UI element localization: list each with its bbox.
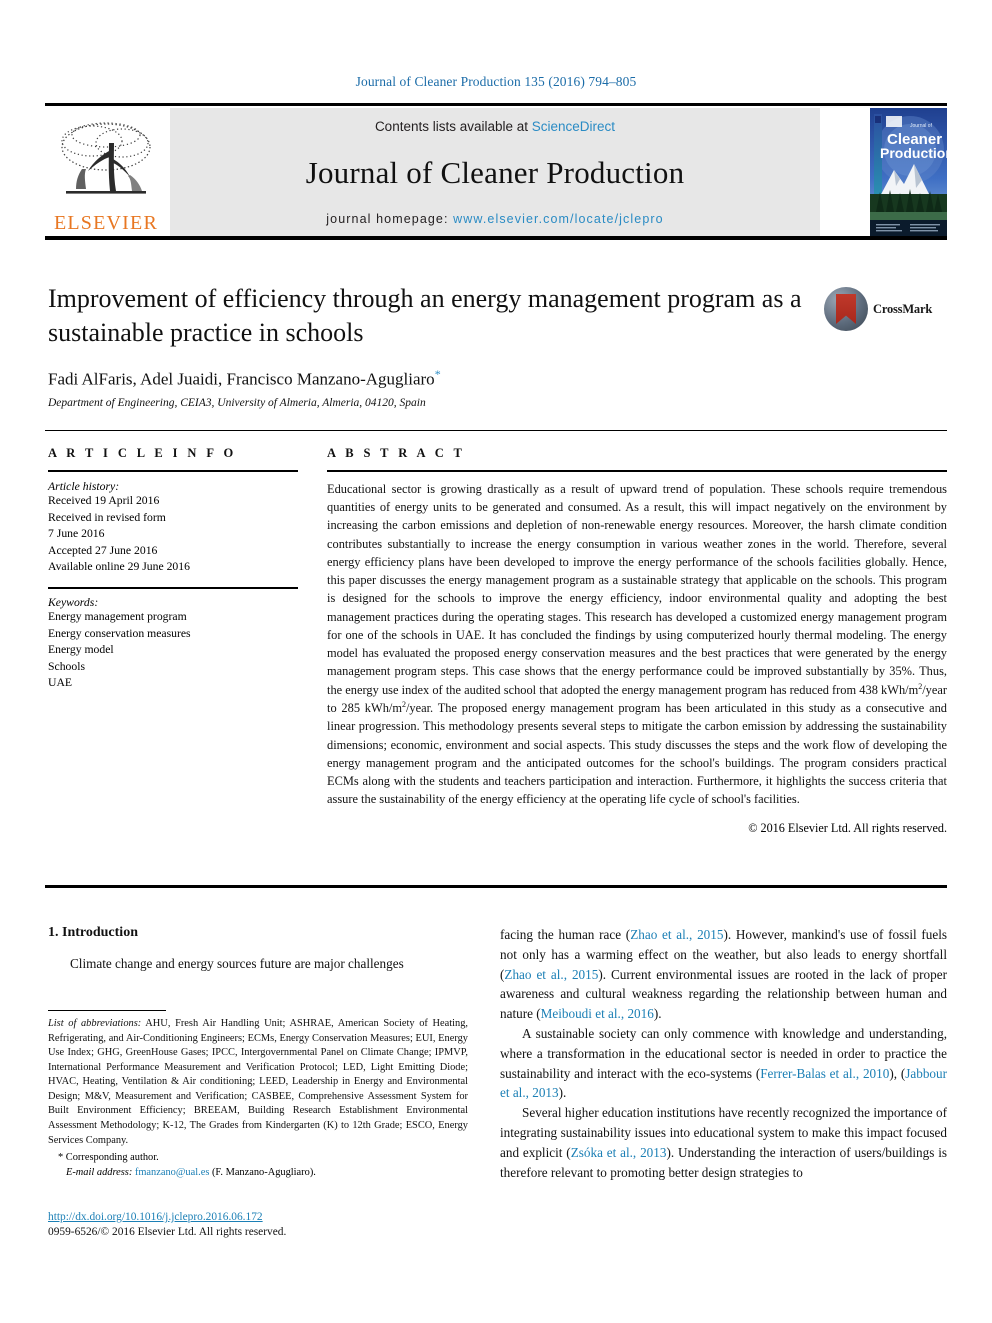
article-history-2: 7 June 2016 (48, 527, 105, 541)
abstract-copyright: © 2016 Elsevier Ltd. All rights reserved… (748, 821, 947, 836)
email-label: E-mail address: (66, 1167, 133, 1179)
intro-paragraph-left: Climate change and energy sources future… (70, 956, 404, 971)
rp2-b: ), ( (889, 1065, 906, 1081)
keyword-1: Energy conservation measures (48, 626, 191, 640)
footnote-block: List of abbreviations: AHU, Fresh Air Ha… (48, 1010, 468, 1180)
sciencedirect-link[interactable]: ScienceDirect (532, 119, 615, 134)
abbreviations-label: List of abbreviations: (48, 1018, 142, 1029)
doi-link[interactable]: http://dx.doi.org/10.1016/j.jclepro.2016… (48, 1211, 478, 1223)
doi-block: http://dx.doi.org/10.1016/j.jclepro.2016… (48, 1211, 478, 1238)
abstract-rule (327, 470, 947, 472)
journal-cover-thumbnail: Journal of Cleaner Production (870, 108, 947, 236)
contents-prefix: Contents lists available at (374, 119, 532, 134)
abstract-part-3: /year. The proposed energy management pr… (327, 701, 947, 807)
citation-meiboudi-2016[interactable]: Meiboudi et al., 2016 (541, 1006, 654, 1021)
affiliation: Department of Engineering, CEIA3, Univer… (48, 397, 426, 410)
elsevier-wordmark: ELSEVIER (53, 212, 159, 234)
rp2-c: ). (558, 1085, 567, 1101)
journal-masthead: ELSEVIER Contents lists available at Sci… (45, 103, 947, 241)
info-section-top-rule (45, 430, 947, 431)
rp1-d: ). (653, 1006, 662, 1022)
crossmark-icon (824, 287, 868, 331)
keywords-label: Keywords: (48, 596, 99, 610)
email-suffix: (F. Manzano-Agugliaro). (209, 1167, 316, 1179)
keywords-rule (48, 587, 298, 590)
masthead-center-panel: Contents lists available at ScienceDirec… (170, 108, 820, 236)
contents-available-line: Contents lists available at ScienceDirec… (375, 119, 615, 134)
abstract-heading: A B S T R A C T (327, 446, 466, 460)
article-title: Improvement of efficiency through an ene… (48, 284, 802, 347)
issn-copyright-line: 0959-6526/© 2016 Elsevier Ltd. All right… (48, 1226, 287, 1238)
right-paragraph-3: Several higher education institutions ha… (500, 1103, 947, 1182)
author-list: Fadi AlFaris, Adel Juaidi, Francisco Man… (48, 367, 848, 390)
email-link[interactable]: fmanzano@ual.es (135, 1167, 209, 1178)
body-column-right: facing the human race (Zhao et al., 2015… (500, 925, 947, 1182)
title-block: Improvement of efficiency through an ene… (48, 282, 848, 409)
article-info-column: A R T I C L E I N F O Article history: R… (48, 446, 298, 692)
journal-homepage-line: journal homepage: www.elsevier.com/locat… (326, 212, 663, 226)
email-note: E-mail address: fmanzano@ual.es (F. Manz… (48, 1165, 468, 1180)
citation-zsoka-2013[interactable]: Zsóka et al., 2013 (571, 1145, 667, 1160)
right-paragraph-1: facing the human race (Zhao et al., 2015… (500, 925, 947, 1024)
footnote-rule (48, 1010, 166, 1011)
abstract-bottom-rule (45, 885, 947, 888)
article-history-1: Received in revised form (48, 510, 166, 524)
corresponding-author-note: * Corresponding author. (58, 1152, 159, 1164)
corresponding-author-marker: * (434, 366, 441, 381)
running-head: Journal of Cleaner Production 135 (2016)… (355, 74, 637, 89)
right-paragraph-2: A sustainable society can only commence … (500, 1024, 947, 1103)
citation-ferrer-balas-2010[interactable]: Ferrer-Balas et al., 2010 (760, 1066, 889, 1081)
article-history-4: Available online 29 June 2016 (48, 560, 190, 574)
keyword-2: Energy model (48, 643, 114, 657)
masthead-bottom-rule (45, 236, 947, 240)
body-column-left: 1. Introduction Climate change and energ… (48, 925, 468, 974)
author-names: Fadi AlFaris, Adel Juaidi, Francisco Man… (48, 369, 435, 389)
elsevier-logo: ELSEVIER (45, 108, 167, 236)
crossmark-label: CrossMark (873, 301, 933, 316)
svg-text:Journal of: Journal of (910, 123, 933, 129)
abstract-text: Educational sector is growing drasticall… (327, 480, 947, 808)
abstract-column: A B S T R A C T Educational sector is gr… (327, 446, 947, 836)
rp1-a: facing the human race ( (500, 927, 631, 942)
abbreviations-text: AHU, Fresh Air Handling Unit; ASHRAE, Am… (48, 1018, 469, 1146)
citation-zhao-2015-a[interactable]: Zhao et al., 2015 (630, 927, 723, 942)
journal-title: Journal of Cleaner Production (305, 155, 685, 190)
elsevier-tree-icon (52, 117, 160, 213)
article-history-0: Received 19 April 2016 (48, 494, 160, 507)
paper-page: Journal of Cleaner Production 135 (2016)… (0, 0, 992, 1323)
article-info-heading: A R T I C L E I N F O (48, 446, 237, 460)
article-info-rule (48, 470, 298, 472)
article-history-label: Article history: (48, 480, 120, 493)
section-heading-introduction: 1. Introduction (48, 925, 138, 940)
abstract-part-1: Educational sector is growing drasticall… (327, 482, 947, 697)
homepage-label: journal homepage: (326, 212, 454, 226)
homepage-url-link[interactable]: www.elsevier.com/locate/jclepro (453, 212, 664, 226)
article-history-3: Accepted 27 June 2016 (48, 543, 158, 557)
keyword-4: UAE (48, 676, 73, 690)
abbreviations-note: List of abbreviations: AHU, Fresh Air Ha… (48, 1017, 468, 1148)
masthead-top-rule (45, 103, 947, 106)
keyword-0: Energy management program (48, 610, 187, 624)
svg-text:Production: Production (880, 145, 947, 161)
keyword-3: Schools (48, 659, 86, 673)
crossmark-badge-group[interactable]: CrossMark (824, 282, 944, 336)
citation-zhao-2015-b[interactable]: Zhao et al., 2015 (504, 967, 598, 982)
